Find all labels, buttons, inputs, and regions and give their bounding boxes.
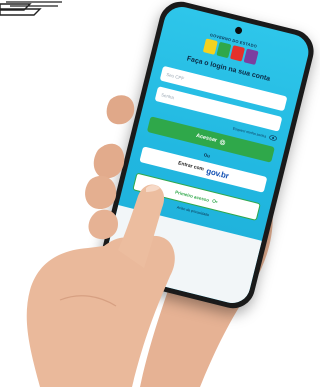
key-icon	[212, 199, 218, 203]
submit-label: Acessar	[195, 132, 218, 144]
camera-icon	[233, 26, 243, 35]
eye-icon[interactable]	[269, 135, 278, 142]
govbr-logo: gov.br	[205, 166, 230, 181]
forgot-password-link[interactable]: Esqueci minha senha	[232, 126, 266, 138]
govbr-prefix: Entrar com	[177, 160, 205, 173]
fingerprint-icon	[220, 139, 226, 146]
first-access-label: Primeiro acesso	[174, 189, 210, 203]
